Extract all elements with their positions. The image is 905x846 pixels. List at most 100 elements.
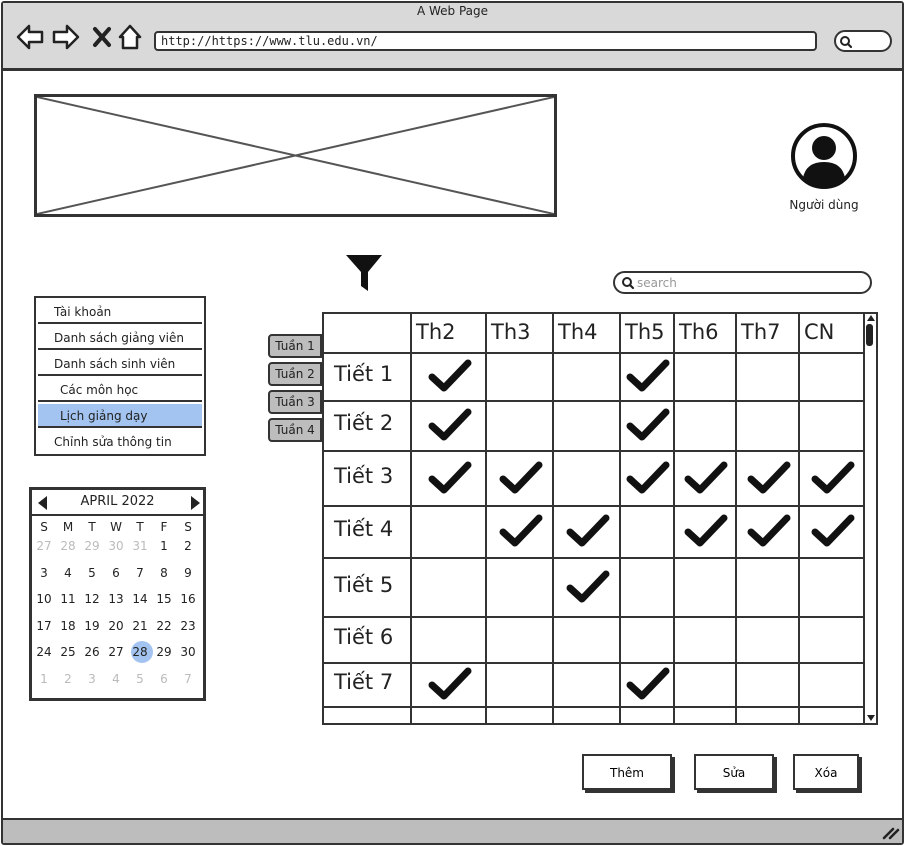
calendar-day[interactable]: 26 bbox=[80, 642, 104, 662]
scroll-thumb[interactable] bbox=[866, 324, 873, 346]
calendar-day[interactable]: 23 bbox=[176, 616, 200, 636]
search-box[interactable] bbox=[613, 271, 872, 294]
schedule-cell[interactable] bbox=[412, 559, 485, 616]
calendar-day[interactable]: 9 bbox=[176, 563, 200, 583]
schedule-cell[interactable] bbox=[737, 507, 798, 557]
url-bar[interactable]: http://https://www.tlu.edu.vn/ bbox=[154, 31, 817, 51]
search-input[interactable] bbox=[637, 275, 857, 291]
schedule-scrollbar[interactable] bbox=[863, 314, 876, 723]
schedule-cell[interactable] bbox=[487, 507, 552, 557]
schedule-cell[interactable] bbox=[675, 452, 735, 505]
schedule-cell[interactable] bbox=[412, 452, 485, 505]
tab-week-4[interactable]: Tuần 4 bbox=[268, 418, 322, 442]
calendar-day[interactable]: 27 bbox=[104, 642, 128, 662]
tab-week-3[interactable]: Tuần 3 bbox=[268, 390, 322, 414]
calendar-day[interactable]: 2 bbox=[56, 669, 80, 689]
schedule-cell[interactable] bbox=[800, 664, 863, 706]
filter-icon[interactable] bbox=[344, 252, 384, 294]
user-label[interactable]: Người dùng bbox=[770, 198, 878, 212]
schedule-cell[interactable] bbox=[675, 354, 735, 400]
back-arrow-icon[interactable] bbox=[15, 22, 45, 52]
schedule-cell[interactable] bbox=[675, 618, 735, 662]
schedule-cell[interactable] bbox=[554, 664, 619, 706]
schedule-cell[interactable] bbox=[800, 618, 863, 662]
schedule-cell[interactable] bbox=[737, 559, 798, 616]
schedule-cell[interactable] bbox=[675, 507, 735, 557]
schedule-cell[interactable] bbox=[800, 507, 863, 557]
schedule-cell[interactable] bbox=[412, 402, 485, 450]
schedule-cell[interactable] bbox=[737, 354, 798, 400]
menu-item-account[interactable]: Tài khoản bbox=[38, 300, 202, 324]
schedule-cell[interactable] bbox=[487, 452, 552, 505]
calendar-day[interactable]: 21 bbox=[128, 616, 152, 636]
user-avatar-icon[interactable] bbox=[790, 122, 858, 190]
calendar-day[interactable]: 29 bbox=[80, 536, 104, 556]
calendar-day[interactable]: 18 bbox=[56, 616, 80, 636]
menu-item-courses[interactable]: Các môn học bbox=[38, 378, 202, 402]
schedule-cell[interactable] bbox=[621, 559, 673, 616]
schedule-cell[interactable] bbox=[554, 452, 619, 505]
schedule-cell[interactable] bbox=[737, 452, 798, 505]
calendar-day[interactable]: 1 bbox=[32, 669, 56, 689]
add-button[interactable]: Thêm bbox=[582, 754, 672, 790]
schedule-cell[interactable] bbox=[621, 402, 673, 450]
calendar-day[interactable]: 4 bbox=[56, 563, 80, 583]
calendar-day[interactable]: 8 bbox=[152, 563, 176, 583]
schedule-cell[interactable] bbox=[621, 354, 673, 400]
calendar-day[interactable]: 25 bbox=[56, 642, 80, 662]
delete-button[interactable]: Xóa bbox=[793, 754, 859, 790]
schedule-cell[interactable] bbox=[412, 618, 485, 662]
calendar-day[interactable]: 7 bbox=[176, 669, 200, 689]
calendar-day[interactable]: 3 bbox=[80, 669, 104, 689]
schedule-cell[interactable] bbox=[487, 354, 552, 400]
schedule-cell[interactable] bbox=[621, 618, 673, 662]
forward-arrow-icon[interactable] bbox=[51, 22, 81, 52]
schedule-cell[interactable] bbox=[737, 402, 798, 450]
schedule-cell[interactable] bbox=[737, 664, 798, 706]
schedule-cell[interactable] bbox=[554, 402, 619, 450]
calendar-day[interactable]: 22 bbox=[152, 616, 176, 636]
menu-item-edit-info[interactable]: Chỉnh sửa thông tin bbox=[38, 430, 202, 454]
calendar-day[interactable]: 28 bbox=[56, 536, 80, 556]
calendar-day[interactable]: 17 bbox=[32, 616, 56, 636]
calendar-day[interactable]: 5 bbox=[128, 669, 152, 689]
calendar-day[interactable]: 6 bbox=[152, 669, 176, 689]
schedule-cell[interactable] bbox=[800, 354, 863, 400]
calendar-day[interactable]: 20 bbox=[104, 616, 128, 636]
calendar-day[interactable]: 12 bbox=[80, 589, 104, 609]
schedule-cell[interactable] bbox=[675, 559, 735, 616]
calendar-day[interactable]: 7 bbox=[128, 563, 152, 583]
schedule-cell[interactable] bbox=[554, 618, 619, 662]
schedule-cell[interactable] bbox=[412, 507, 485, 557]
schedule-cell[interactable] bbox=[621, 664, 673, 706]
browser-search-field[interactable] bbox=[834, 30, 892, 52]
edit-button[interactable]: Sửa bbox=[694, 754, 774, 790]
calendar-day[interactable]: 10 bbox=[32, 589, 56, 609]
close-icon[interactable] bbox=[88, 22, 118, 52]
calendar-day[interactable]: 11 bbox=[56, 589, 80, 609]
tab-week-2[interactable]: Tuần 2 bbox=[268, 362, 322, 386]
calendar-day[interactable]: 5 bbox=[80, 563, 104, 583]
schedule-cell[interactable] bbox=[675, 402, 735, 450]
schedule-cell[interactable] bbox=[412, 664, 485, 706]
calendar-day[interactable]: 27 bbox=[32, 536, 56, 556]
schedule-cell[interactable] bbox=[554, 354, 619, 400]
calendar-day[interactable]: 1 bbox=[152, 536, 176, 556]
schedule-cell[interactable] bbox=[487, 618, 552, 662]
schedule-cell[interactable] bbox=[800, 452, 863, 505]
schedule-cell[interactable] bbox=[487, 664, 552, 706]
calendar-day[interactable]: 3 bbox=[32, 563, 56, 583]
menu-item-lecturer-list[interactable]: Danh sách giảng viên bbox=[38, 326, 202, 350]
calendar-day[interactable]: 30 bbox=[104, 536, 128, 556]
calendar-day[interactable]: 13 bbox=[104, 589, 128, 609]
calendar-day[interactable]: 4 bbox=[104, 669, 128, 689]
home-icon[interactable] bbox=[116, 22, 146, 52]
schedule-cell[interactable] bbox=[554, 559, 619, 616]
calendar-day[interactable]: 15 bbox=[152, 589, 176, 609]
schedule-cell[interactable] bbox=[487, 559, 552, 616]
schedule-cell[interactable] bbox=[621, 452, 673, 505]
scroll-down-icon[interactable] bbox=[867, 715, 875, 721]
calendar-prev-icon[interactable] bbox=[38, 496, 47, 510]
calendar-day[interactable]: 19 bbox=[80, 616, 104, 636]
calendar-day[interactable]: 2 bbox=[176, 536, 200, 556]
